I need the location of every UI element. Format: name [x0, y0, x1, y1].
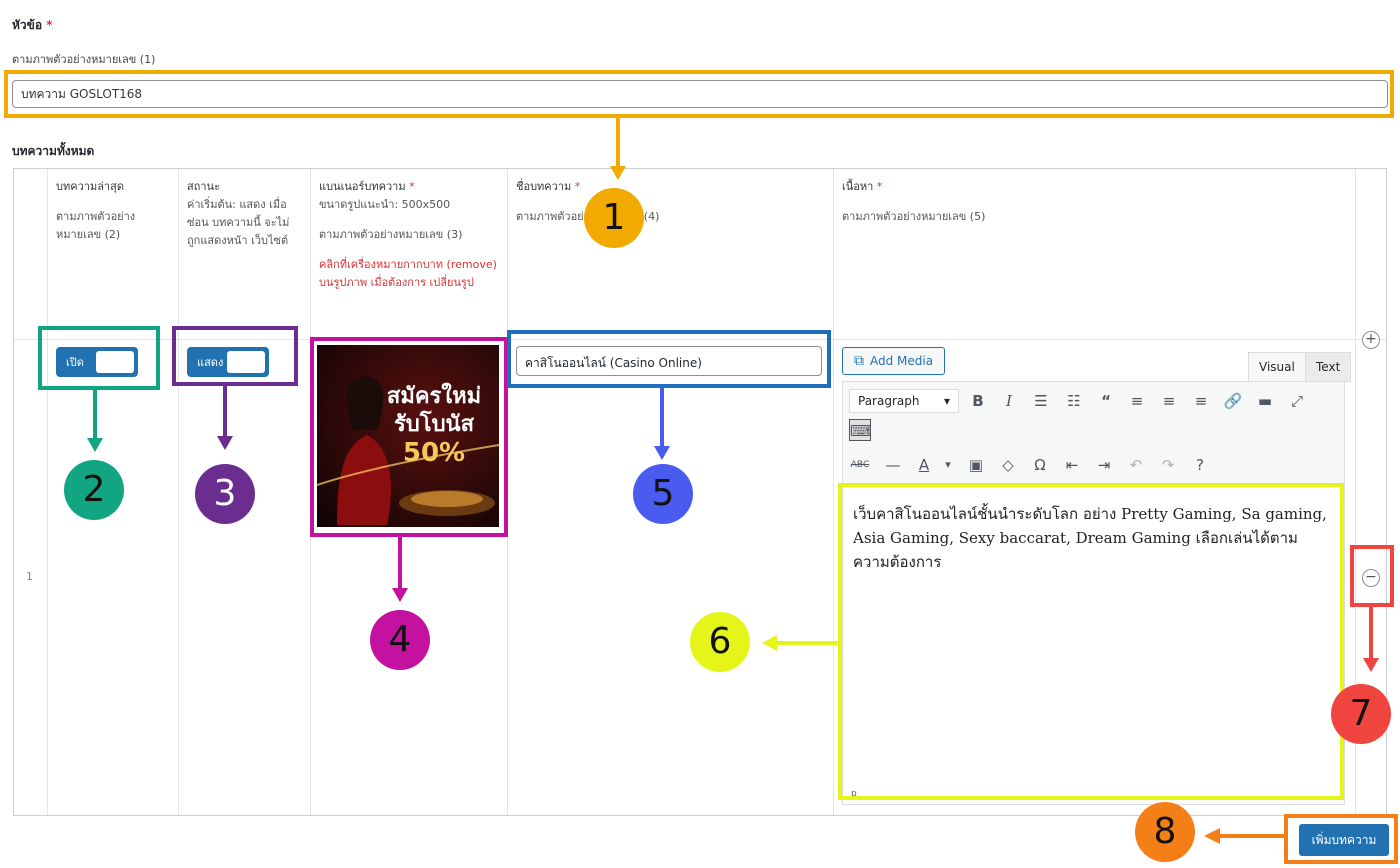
annotation-arrows	[87, 118, 1379, 844]
annotation-7: 7	[1331, 684, 1391, 744]
annotation-3: 3	[195, 464, 255, 524]
annotation-2: 2	[64, 460, 124, 520]
annotation-4: 4	[370, 610, 430, 670]
annotation-6: 6	[690, 612, 750, 672]
annotation-1: 1	[584, 188, 644, 248]
annotation-5: 5	[633, 464, 693, 524]
annotation-8: 8	[1135, 802, 1195, 862]
